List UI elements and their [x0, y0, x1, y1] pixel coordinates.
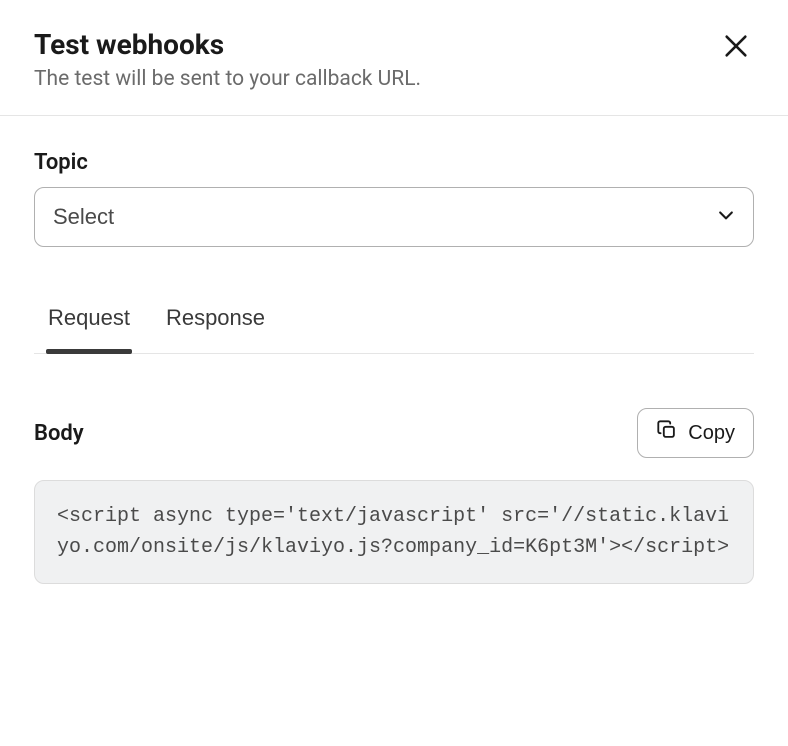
tab-response[interactable]: Response — [164, 305, 267, 353]
modal-header: Test webhooks The test will be sent to y… — [0, 0, 788, 116]
close-icon — [722, 32, 750, 63]
modal-title: Test webhooks — [34, 28, 718, 61]
body-label: Body — [34, 421, 84, 446]
copy-button[interactable]: Copy — [637, 408, 754, 458]
body-header: Body Copy — [34, 408, 754, 458]
topic-label: Topic — [34, 150, 754, 175]
topic-select[interactable]: Select — [34, 187, 754, 247]
tab-request[interactable]: Request — [46, 305, 132, 353]
modal-subtitle: The test will be sent to your callback U… — [34, 67, 718, 91]
copy-button-label: Copy — [688, 422, 735, 445]
body-section: Body Copy <script async type='text/javas… — [34, 408, 754, 584]
modal-content: Topic Select Request Response Body Copy — [0, 116, 788, 584]
topic-select-wrap: Select — [34, 187, 754, 247]
close-button[interactable] — [718, 28, 754, 67]
header-text: Test webhooks The test will be sent to y… — [34, 28, 718, 91]
code-block: <script async type='text/javascript' src… — [34, 480, 754, 584]
tab-bar: Request Response — [34, 305, 754, 354]
copy-icon — [656, 419, 678, 447]
